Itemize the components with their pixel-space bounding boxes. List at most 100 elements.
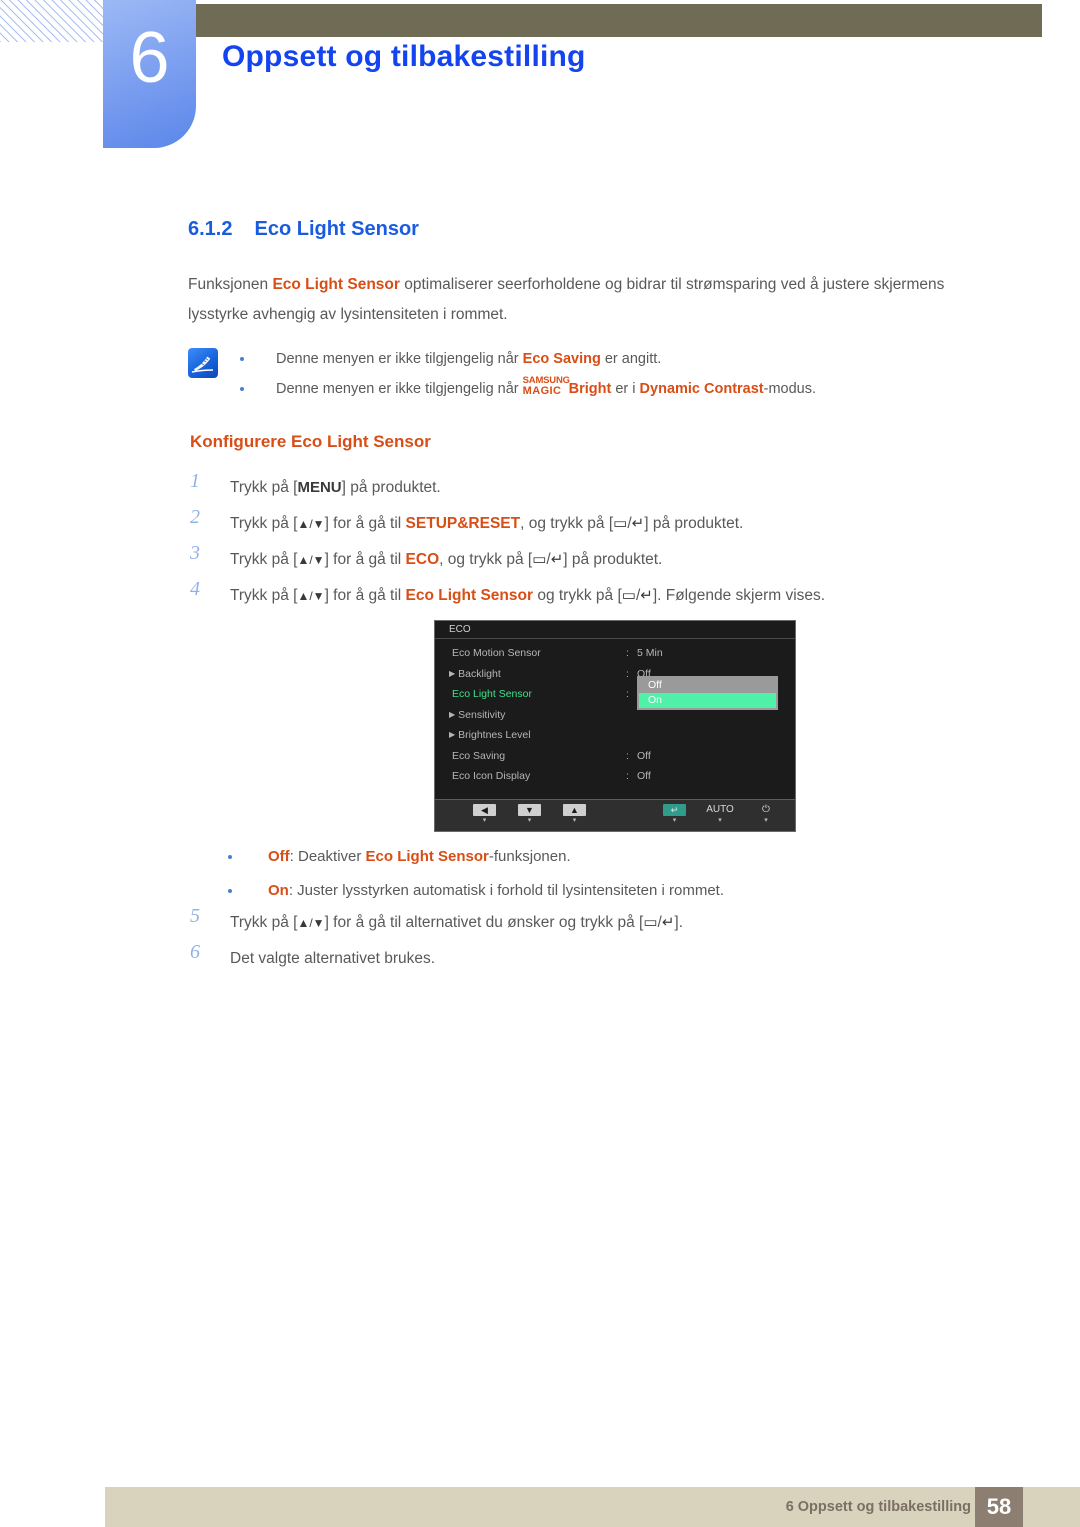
step5-d: ]. [674,914,684,931]
up-arrow-icon: ▲ [563,804,586,816]
osd-button-sub-icon: ▾ [764,817,768,824]
page-header: 6 Oppsett og tilbakestilling [0,0,1080,175]
osd-label: ▶ Brightnes Level [449,725,531,747]
osd-dropdown-option-on[interactable]: On [639,693,776,708]
osd-label-text: Eco Motion Sensor [452,647,541,659]
step2-a: Trykk på [ [230,515,298,532]
configure-heading: Konfigurere Eco Light Sensor [190,432,431,451]
note1-part1: Denne menyen er ikke tilgjengelig når [276,351,523,367]
step4-a: Trykk på [ [230,587,298,604]
chapter-tab: 6 [103,0,196,148]
updown-arrow-keys-icon: ▲/▼ [297,517,325,531]
osd-label: ▶ Backlight [449,664,501,686]
osd-label-text: Backlight [458,667,501,680]
source-key-icon: ▭ [621,587,636,604]
step-text: Trykk på [▲/▼] for å gå til ECO, og tryk… [230,551,662,568]
power-icon: ⏻ [762,804,770,815]
step-list: 1 Trykk på [MENU] på produktet. 2 Trykk … [190,470,990,614]
step6-a: Det valgte alternativet brukes. [230,950,436,967]
step-number: 4 [190,578,200,600]
left-arrow-icon: ◀ [473,804,496,816]
menu-key-label: MENU [297,479,342,496]
enter-key-icon: ↵ [550,551,564,568]
osd-label-text: Eco Saving [452,749,506,762]
step-item-5: 5 Trykk på [▲/▼] for å gå til alternativ… [190,905,990,941]
step-number: 5 [190,905,200,927]
osd-label: Eco Saving [449,746,505,768]
osd-label-text: Eco Light Sensor [452,688,532,700]
intro-text-before: Funksjonen [188,276,273,293]
osd-menu-screenshot: ECO Eco Motion Sensor : 5 Min ▶ Backlight… [434,620,796,832]
osd-button-power[interactable]: ⏻ ▾ [749,804,783,826]
page-footer: 6 Oppsett og tilbakestilling 58 [0,1487,1080,1527]
option-on-a: : Juster lysstyrken automatisk i forhold… [288,882,724,899]
osd-label: Eco Light Sensor [449,684,532,706]
step-item-3: 3 Trykk på [▲/▼] for å gå til ECO, og tr… [190,542,990,578]
osd-label: Eco Motion Sensor [449,643,541,665]
osd-button-bar: ◀ ▾ ▼ ▾ ▲ ▾ ↵ ▾ AUTO ▾ ⏻ ▾ [435,799,795,831]
osd-menu-list: Eco Motion Sensor : 5 Min ▶ Backlight : O… [435,643,795,787]
step3-term: ECO [405,551,440,568]
osd-button-up[interactable]: ▲ ▾ [563,804,586,826]
step-item-1: 1 Trykk på [MENU] på produktet. [190,470,990,506]
osd-button-auto[interactable]: AUTO ▾ [703,804,737,826]
step5-a: Trykk på [ [230,914,298,931]
enter-key-icon: ↵ [640,587,653,604]
enter-key-icon: ↵ [631,515,645,532]
osd-button-down[interactable]: ▼ ▾ [518,804,541,826]
osd-dropdown-eco-light-sensor[interactable]: Off On [637,676,778,710]
osd-button-left[interactable]: ◀ ▾ [473,804,496,826]
osd-colon: : [626,647,629,659]
magicbright-logo: SAMSUNG MAGIC [523,375,570,397]
osd-submenu-arrow-icon: ▶ [449,730,456,739]
magic-main: MAGIC [522,384,562,397]
option-on-term: On [268,882,289,899]
osd-row-eco-motion-sensor[interactable]: Eco Motion Sensor : 5 Min [435,643,795,664]
step4-c: og trykk på [ [533,587,622,604]
osd-title: ECO [435,621,795,639]
step-list-after: 5 Trykk på [▲/▼] for å gå til alternativ… [190,905,990,977]
step-number: 6 [190,941,200,963]
chapter-number: 6 [129,18,170,98]
option-off-term2: Eco Light Sensor [365,848,489,865]
option-off-b: -funksjonen. [488,848,571,865]
option-description-list: Off: Deaktiver Eco Light Sensor-funksjon… [228,840,928,908]
step-number: 2 [190,506,200,528]
osd-submenu-arrow-icon: ▶ [449,709,456,719]
note2-part3: -modus. [763,381,817,397]
chapter-title: Oppsett og tilbakestilling [222,40,586,73]
osd-row-brightness-level[interactable]: ▶ Brightnes Level [435,725,795,746]
osd-row-eco-icon-display[interactable]: Eco Icon Display : Off [435,766,795,787]
osd-label: Eco Icon Display [449,766,530,788]
auto-button-label: AUTO [706,804,734,815]
section-title: Eco Light Sensor [254,218,419,240]
step1-b: ] på produktet. [341,479,441,496]
step-number: 1 [190,470,200,492]
enter-key-icon: ↵ [663,804,686,816]
step1-a: Trykk på [ [230,479,298,496]
step-item-2: 2 Trykk på [▲/▼] for å gå til SETUP&RESE… [190,506,990,542]
osd-button-enter[interactable]: ↵ ▾ [663,804,686,826]
step4-term: Eco Light Sensor [405,587,534,604]
option-off-a: : Deaktiver [289,848,366,865]
step-text: Trykk på [▲/▼] for å gå til alternativet… [230,914,683,931]
osd-button-sub-icon: ▾ [672,817,677,824]
note2-part2: er i [611,381,640,397]
note1-part2: er angitt. [600,351,662,367]
osd-dropdown-option-off[interactable]: Off [639,678,776,693]
step2-d: ] på produktet. [644,515,744,532]
option-off: Off: Deaktiver Eco Light Sensor-funksjon… [228,840,928,874]
osd-value: 5 Min [637,647,663,659]
step-item-4: 4 Trykk på [▲/▼] for å gå til Eco Light … [190,578,990,614]
updown-arrow-keys-icon: ▲/▼ [297,589,325,603]
note2-part1: Denne menyen er ikke tilgjengelig når [276,381,523,397]
step2-b: ] for å gå til [324,515,406,532]
header-olive-bar [193,4,1042,37]
osd-row-eco-saving[interactable]: Eco Saving : Off [435,746,795,767]
osd-colon: : [626,749,629,762]
step3-a: Trykk på [ [230,551,298,568]
updown-arrow-keys-icon: ▲/▼ [297,916,325,930]
updown-arrow-keys-icon: ▲/▼ [297,553,325,567]
step5-b: ] for å gå til alternativet du ønsker og… [324,914,644,931]
osd-button-sub-icon: ▾ [718,817,722,824]
